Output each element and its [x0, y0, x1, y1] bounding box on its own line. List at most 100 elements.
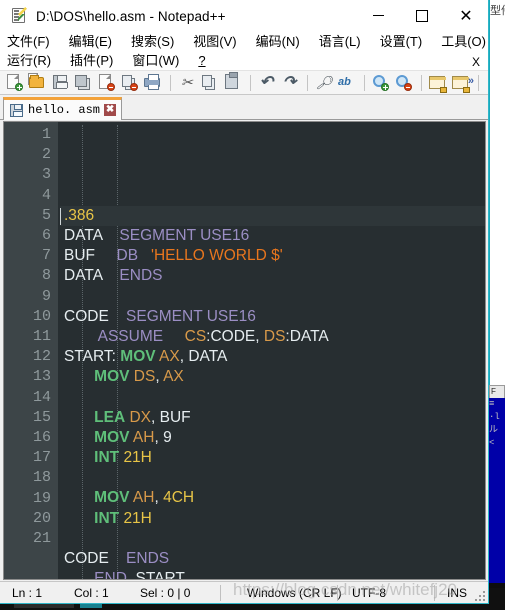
- code-token: ENDS: [119, 267, 163, 285]
- line-number: 11: [32, 328, 51, 346]
- tab-close-icon[interactable]: ✖: [104, 104, 117, 116]
- code-token: SEGMENT: [126, 307, 203, 325]
- status-divider: [337, 584, 338, 601]
- tab-bar: hello. asm ✖: [0, 95, 488, 120]
- status-insert-mode[interactable]: INS: [439, 582, 467, 604]
- menu-item-tools[interactable]: 工具(O): [441, 32, 493, 51]
- code-line[interactable]: [64, 388, 485, 408]
- sync-vertical-scroll-icon[interactable]: [427, 72, 448, 93]
- print-icon[interactable]: [142, 72, 163, 93]
- code-line[interactable]: DATA ENDS: [64, 266, 485, 286]
- copy-icon[interactable]: [199, 72, 220, 93]
- line-number: 9: [41, 287, 51, 305]
- code-line[interactable]: END START: [64, 569, 485, 579]
- cut-icon[interactable]: ✂: [176, 72, 197, 93]
- status-eol-format[interactable]: Windows (CR LF): [225, 582, 342, 604]
- find-icon[interactable]: 🔎︎: [313, 72, 334, 93]
- zoom-out-icon[interactable]: [393, 72, 414, 93]
- code-token: BUF: [159, 408, 191, 426]
- code-line[interactable]: DATA SEGMENT USE16: [64, 226, 485, 246]
- code-token: DATA: [64, 267, 103, 285]
- code-token: 21H: [123, 449, 152, 467]
- code-line[interactable]: START: MOV AX, DATA: [64, 347, 485, 367]
- menu-item-window[interactable]: 窗口(W): [132, 51, 186, 70]
- menu-item-search[interactable]: 搜索(S): [131, 32, 181, 51]
- line-number: 16: [32, 429, 51, 447]
- status-encoding[interactable]: UTF-8: [342, 582, 430, 604]
- code-line[interactable]: [64, 287, 485, 307]
- code-line[interactable]: MOV AH, 4CH: [64, 488, 485, 508]
- line-number: 6: [41, 227, 51, 245]
- code-line[interactable]: INT 21H: [64, 448, 485, 468]
- zoom-in-icon[interactable]: [370, 72, 391, 93]
- code-line[interactable]: MOV AH, 9: [64, 428, 485, 448]
- menu-item-help[interactable]: ?: [198, 51, 212, 70]
- close-all-files-icon[interactable]: [119, 72, 140, 93]
- code-line[interactable]: CODE SEGMENT USE16: [64, 307, 485, 327]
- close-button[interactable]: ✕: [444, 0, 488, 31]
- code-line[interactable]: .386: [60, 205, 485, 226]
- line-number: 5: [41, 206, 51, 224]
- menu-item-file[interactable]: 文件(F): [7, 32, 57, 51]
- code-token: MOV: [120, 348, 156, 366]
- menu-item-language[interactable]: 语言(L): [319, 32, 368, 51]
- menu-item-plugins[interactable]: 插件(P): [70, 51, 120, 70]
- code-line[interactable]: CODE ENDS: [64, 549, 485, 569]
- background-dos-window[interactable]: ≡ ·lル <: [489, 398, 505, 583]
- title-bar[interactable]: D:\DOS\hello.asm - Notepad++ ✕: [0, 0, 488, 32]
- paste-icon[interactable]: [222, 72, 243, 93]
- code-token: DATA: [64, 227, 103, 244]
- code-token: LEA: [94, 408, 126, 426]
- code-editor[interactable]: 1 2 3 4 5 6 7 8 9 10 11 12 13 14 15 16 17 18 19 20 21 .386 DA…: [3, 121, 486, 580]
- minimize-button[interactable]: [356, 0, 400, 31]
- code-token: BUF: [64, 247, 95, 265]
- menu-item-settings[interactable]: 设置(T): [380, 32, 430, 51]
- line-number-gutter: 1 2 3 4 5 6 7 8 9 10 11 12 13 14 15 16 17 18 19 20 21: [4, 122, 58, 579]
- code-token: 21H: [123, 509, 152, 527]
- code-line[interactable]: INT 21H: [64, 509, 485, 529]
- save-icon[interactable]: [50, 72, 71, 93]
- line-number: 8: [41, 267, 51, 285]
- code-token: AX: [163, 368, 184, 386]
- background-explorer-text: 型件件本n用nnn电电电: [490, 4, 505, 17]
- line-number: 17: [32, 449, 51, 467]
- notepad-plus-plus-icon: [11, 7, 27, 24]
- menu-item-view[interactable]: 视图(V): [193, 32, 243, 51]
- status-column: Col : 1: [74, 585, 109, 600]
- window-controls: ✕: [356, 0, 488, 32]
- background-dos-titlebar[interactable]: F: [489, 385, 505, 399]
- code-line[interactable]: [64, 468, 485, 488]
- code-content[interactable]: .386 DATA SEGMENT USE16 BUF DB 'HELLO WORL…: [60, 122, 485, 579]
- tab-hello-asm[interactable]: hello. asm ✖: [3, 97, 123, 120]
- code-line[interactable]: LEA DX, BUF: [64, 408, 485, 428]
- new-file-icon[interactable]: [4, 72, 25, 93]
- open-file-icon[interactable]: [27, 72, 48, 93]
- code-line[interactable]: BUF DB 'HELLO WORLD $': [64, 246, 485, 266]
- close-document-button[interactable]: X: [472, 55, 480, 69]
- menu-bar[interactable]: 文件(F) 编辑(E) 搜索(S) 视图(V) 编码(N) 语言(L) 设置(T…: [0, 32, 505, 70]
- code-token: END: [94, 570, 127, 579]
- maximize-button[interactable]: [400, 0, 444, 31]
- close-file-icon[interactable]: [96, 72, 117, 93]
- redo-icon[interactable]: ↷: [279, 72, 300, 93]
- save-all-icon[interactable]: [73, 72, 94, 93]
- code-token: AX: [159, 348, 180, 366]
- code-line[interactable]: ASSUME CS:CODE, DS:DATA: [64, 327, 485, 347]
- code-token: MOV: [94, 489, 130, 507]
- toolbar-overflow-icon[interactable]: »: [468, 75, 474, 87]
- menu-item-edit[interactable]: 编辑(E): [69, 32, 119, 51]
- code-token: CS: [184, 327, 207, 345]
- menu-item-encoding[interactable]: 编码(N): [256, 32, 307, 51]
- code-line[interactable]: [64, 529, 485, 549]
- undo-icon[interactable]: ↶: [256, 72, 277, 93]
- code-token: ,: [151, 408, 160, 426]
- replace-icon[interactable]: ab: [336, 72, 357, 93]
- menu-item-run[interactable]: 运行(R): [7, 51, 58, 70]
- code-line[interactable]: MOV DS, AX: [64, 367, 485, 387]
- resize-grip[interactable]: [474, 590, 485, 601]
